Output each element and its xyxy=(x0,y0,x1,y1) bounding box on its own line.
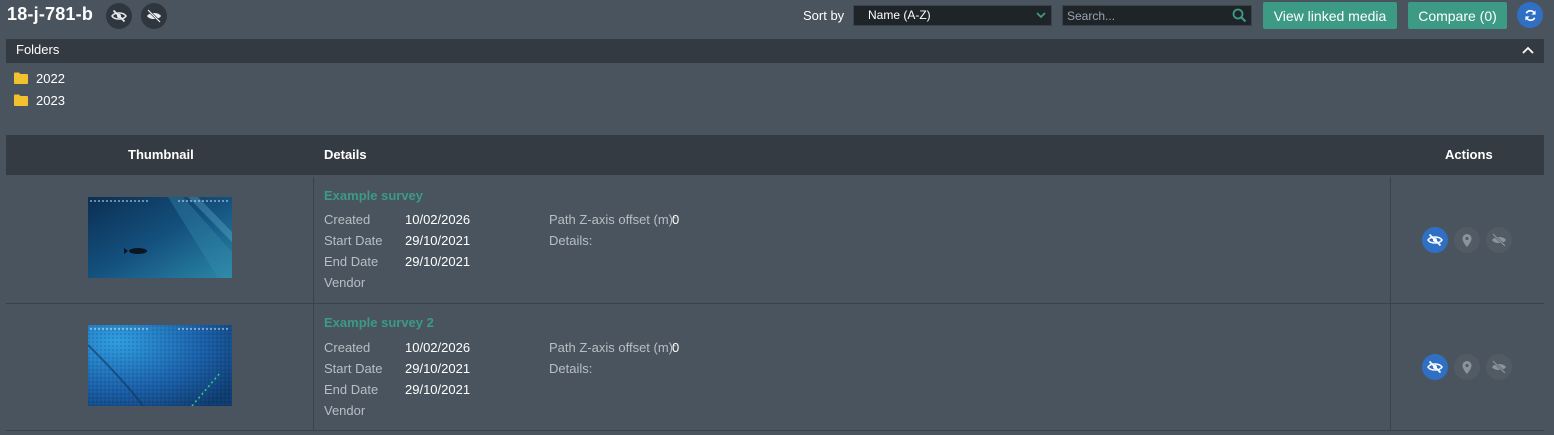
end-date-value: 29/10/2021 xyxy=(405,254,471,269)
start-date-label: Start Date xyxy=(324,233,383,248)
vendor-label: Vendor xyxy=(324,275,366,290)
search-box xyxy=(1062,5,1252,26)
refresh-button[interactable] xyxy=(1517,2,1543,28)
eye-slash-icon xyxy=(1492,360,1506,374)
top-bar: 18-j-781-b Sort by Name (A-Z) View linke… xyxy=(0,0,1554,32)
details-label: Details: xyxy=(549,361,593,376)
folder-item-2022[interactable]: 2022 xyxy=(14,70,65,86)
hide-button[interactable] xyxy=(1486,354,1512,380)
eye-slash-icon xyxy=(1492,233,1506,247)
toggle-visibility-button[interactable] xyxy=(1422,354,1448,380)
column-divider xyxy=(1390,177,1391,303)
folder-icon xyxy=(14,72,28,84)
end-date-label: End Date xyxy=(324,254,379,269)
created-value: 10/02/2026 xyxy=(405,340,471,355)
start-date-value: 29/10/2021 xyxy=(405,233,471,248)
map-pin-icon xyxy=(1462,360,1472,374)
survey-thumbnail[interactable] xyxy=(88,325,232,406)
survey-name-link[interactable]: Example survey 2 xyxy=(324,315,434,330)
sort-select-value: Name (A-Z) xyxy=(868,8,931,22)
sort-select[interactable]: Name (A-Z) xyxy=(853,5,1052,26)
survey-name-link[interactable]: Example survey xyxy=(324,188,423,203)
toggle-visibility-button[interactable] xyxy=(1422,227,1448,253)
created-value: 10/02/2026 xyxy=(405,212,471,227)
page-title: 18-j-781-b xyxy=(7,4,94,24)
details-label: Details: xyxy=(549,233,593,248)
created-label: Created xyxy=(324,212,371,227)
refresh-icon xyxy=(1524,9,1536,21)
column-divider xyxy=(313,177,314,303)
survey-thumbnail[interactable] xyxy=(88,197,232,278)
eye-slash-icon xyxy=(147,9,161,23)
chevron-up-icon[interactable] xyxy=(1522,45,1534,55)
sort-label: Sort by xyxy=(803,8,845,23)
chevron-down-icon xyxy=(1036,12,1046,19)
table-row[interactable]: Example survey 2 Created 10/02/2026 Star… xyxy=(6,304,1544,431)
folders-header[interactable]: Folders xyxy=(6,39,1544,63)
vendor-label: Vendor xyxy=(324,403,366,418)
column-header-actions: Actions xyxy=(1445,147,1493,162)
locate-button[interactable] xyxy=(1454,227,1480,253)
column-header-details[interactable]: Details xyxy=(324,147,367,162)
eye-off-icon xyxy=(1427,233,1443,247)
toggle-visibility-button[interactable] xyxy=(106,3,132,29)
z-offset-value: 0 xyxy=(672,340,680,355)
folder-label: 2022 xyxy=(36,70,65,86)
start-date-label: Start Date xyxy=(324,361,383,376)
folder-label: 2023 xyxy=(36,92,65,108)
search-input[interactable] xyxy=(1063,6,1228,25)
z-offset-value: 0 xyxy=(672,212,680,227)
end-date-label: End Date xyxy=(324,382,379,397)
table-row[interactable]: Example survey Created 10/02/2026 Start … xyxy=(6,177,1544,304)
folder-item-2023[interactable]: 2023 xyxy=(14,92,65,108)
map-pin-icon xyxy=(1462,233,1472,247)
locate-button[interactable] xyxy=(1454,354,1480,380)
eye-off-icon xyxy=(1427,360,1443,374)
start-date-value: 29/10/2021 xyxy=(405,361,471,376)
folders-title: Folders xyxy=(16,42,60,57)
z-offset-label: Path Z-axis offset (m): xyxy=(549,212,677,227)
z-offset-label: Path Z-axis offset (m): xyxy=(549,340,677,355)
eye-off-icon xyxy=(111,9,127,23)
search-icon[interactable] xyxy=(1232,8,1247,23)
column-header-thumbnail[interactable]: Thumbnail xyxy=(128,147,194,162)
hide-all-button[interactable] xyxy=(141,3,167,29)
column-divider xyxy=(1390,304,1391,430)
view-linked-media-button[interactable]: View linked media xyxy=(1263,2,1397,29)
folder-icon xyxy=(14,94,28,106)
compare-button[interactable]: Compare (0) xyxy=(1408,2,1507,29)
table-header: Thumbnail Details Actions xyxy=(6,135,1544,175)
end-date-value: 29/10/2021 xyxy=(405,382,471,397)
column-divider xyxy=(313,304,314,430)
hide-button[interactable] xyxy=(1486,227,1512,253)
created-label: Created xyxy=(324,340,371,355)
